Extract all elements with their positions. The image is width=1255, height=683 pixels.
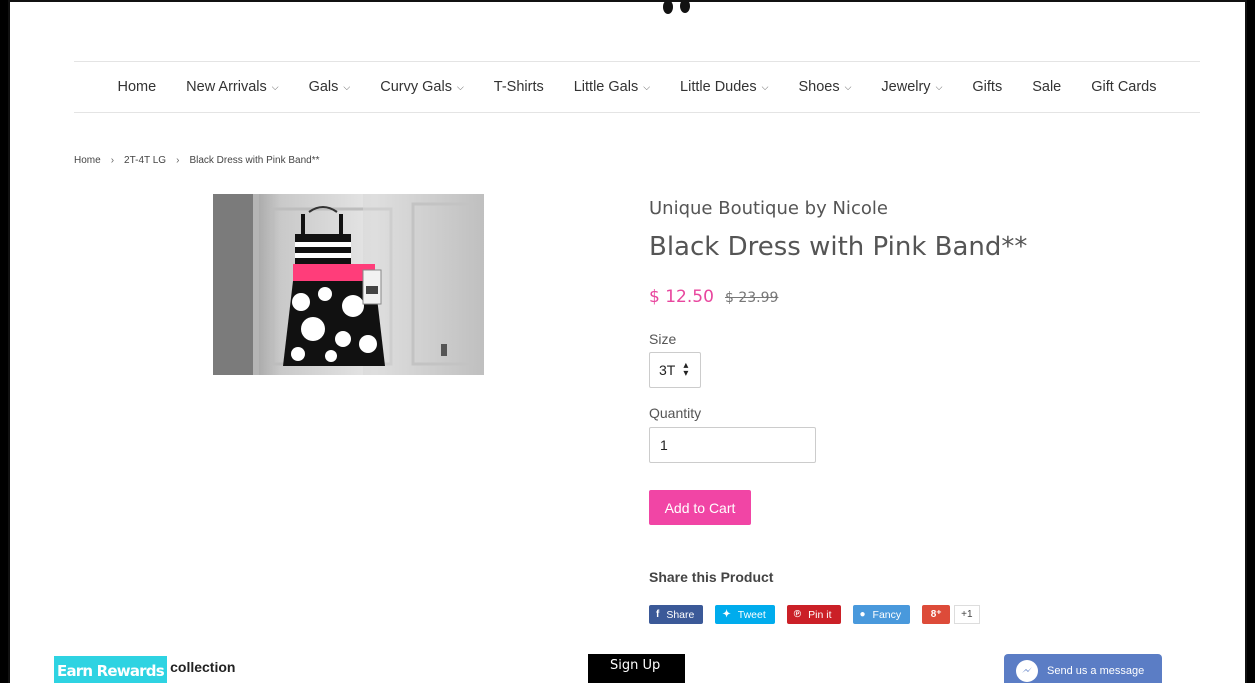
breadcrumb-home-link[interactable]: Home xyxy=(74,155,101,166)
share-button-label: Share xyxy=(666,608,695,621)
twitter-share-button[interactable]: ✦ Tweet xyxy=(715,605,775,624)
breadcrumb-collection-link[interactable]: 2T-4T LG xyxy=(124,155,166,166)
breadcrumb-separator: › xyxy=(176,155,180,166)
size-select[interactable]: 3T ▴ ▾ xyxy=(649,352,701,388)
pinterest-icon: ℗ xyxy=(793,609,802,620)
earn-rewards-button[interactable]: Earn Rewards xyxy=(54,656,167,683)
nav-item-home[interactable]: Home xyxy=(102,79,171,95)
fancy-icon: ● xyxy=(859,609,866,620)
nav-item-label: New Arrivals xyxy=(186,79,267,95)
nav-item-label: T-Shirts xyxy=(493,79,544,95)
add-to-cart-button[interactable]: Add to Cart xyxy=(649,490,751,525)
nav-item-sale[interactable]: Sale xyxy=(1017,79,1076,95)
quantity-input[interactable] xyxy=(649,427,816,463)
messenger-icon xyxy=(1016,660,1038,682)
quantity-label: Quantity xyxy=(649,405,702,421)
nav-item-new-arrivals[interactable]: New Arrivals ⌵ xyxy=(171,79,293,95)
product-title: Black Dress with Pink Band** xyxy=(649,232,1028,262)
share-button-label: Pin it xyxy=(808,608,832,621)
chevron-down-icon: ⌵ xyxy=(761,81,769,92)
nav-item-label: Gifts xyxy=(972,79,1003,95)
nav-item-shoes[interactable]: Shoes ⌵ xyxy=(783,79,866,95)
nav-item-jewelry[interactable]: Jewelry ⌵ xyxy=(866,79,957,95)
twitter-icon: ✦ xyxy=(722,609,731,620)
nav-item-gift-cards[interactable]: Gift Cards xyxy=(1076,79,1171,95)
nav-item-t-shirts[interactable]: T-Shirts xyxy=(479,79,559,95)
google-plus-share[interactable]: 8⁺ +1 xyxy=(922,605,980,624)
share-button-label: Fancy xyxy=(872,608,902,621)
chevron-down-icon: ⌵ xyxy=(643,81,651,92)
product-vendor: Unique Boutique by Nicole xyxy=(649,198,888,219)
nav-item-label: Home xyxy=(117,79,157,95)
messenger-label: Send us a message xyxy=(1047,665,1145,677)
nav-item-label: Shoes xyxy=(798,79,840,95)
nav-item-label: Gift Cards xyxy=(1091,79,1157,95)
google-plus-count: +1 xyxy=(954,605,980,624)
breadcrumb-current: Black Dress with Pink Band** xyxy=(189,155,320,166)
chevron-down-icon: ⌵ xyxy=(271,81,279,92)
product-price: $ 12.50 $ 23.99 xyxy=(649,287,778,307)
nav-item-gals[interactable]: Gals ⌵ xyxy=(294,79,366,95)
chevron-down-icon: ⌵ xyxy=(456,81,464,92)
size-label: Size xyxy=(649,331,677,347)
share-title: Share this Product xyxy=(649,569,774,585)
nav-item-label: Gals xyxy=(308,79,339,95)
share-button-label: Tweet xyxy=(737,608,766,621)
nav-item-label: Little Dudes xyxy=(680,79,757,95)
google-plus-icon[interactable]: 8⁺ xyxy=(922,605,951,624)
nav-item-gifts[interactable]: Gifts xyxy=(957,79,1017,95)
main-nav: Home New Arrivals ⌵ Gals ⌵ Curvy Gals ⌵ T-S… xyxy=(74,61,1200,113)
sign-up-button[interactable]: Sign Up xyxy=(588,654,685,683)
sale-price: $ 12.50 xyxy=(649,287,714,307)
dress-photo xyxy=(213,194,484,375)
nav-item-label: Sale xyxy=(1032,79,1062,95)
share-buttons: f Share ✦ Tweet ℗ Pin it ● Fancy 8⁺ +1 xyxy=(649,605,980,624)
size-selected-value: 3T xyxy=(659,362,676,378)
compare-at-price: $ 23.99 xyxy=(724,290,779,306)
chevron-down-icon: ⌵ xyxy=(844,81,852,92)
breadcrumb: Home › 2T-4T LG › Black Dress with Pink … xyxy=(74,155,320,166)
pinterest-share-button[interactable]: ℗ Pin it xyxy=(786,605,841,624)
page-frame: Home New Arrivals ⌵ Gals ⌵ Curvy Gals ⌵ T-S… xyxy=(8,0,1247,683)
nav-item-label: Jewelry xyxy=(881,79,931,95)
chevron-down-icon: ⌵ xyxy=(343,81,351,92)
facebook-share-button[interactable]: f Share xyxy=(649,605,704,624)
breadcrumb-separator: › xyxy=(110,155,115,166)
fancy-share-button[interactable]: ● Fancy xyxy=(852,605,911,624)
nav-item-little-gals[interactable]: Little Gals ⌵ xyxy=(559,79,665,95)
select-arrows-icon: ▴ ▾ xyxy=(683,360,689,379)
logo-fragment[interactable] xyxy=(660,2,700,16)
nav-item-label: Little Gals xyxy=(573,79,639,95)
product-image[interactable] xyxy=(213,194,484,375)
chevron-down-icon: ⌵ xyxy=(935,81,943,92)
nav-item-curvy-gals[interactable]: Curvy Gals ⌵ xyxy=(365,79,479,95)
nav-item-little-dudes[interactable]: Little Dudes ⌵ xyxy=(665,79,783,95)
messenger-chat-button[interactable]: Send us a message xyxy=(1004,654,1162,683)
nav-item-label: Curvy Gals xyxy=(380,79,452,95)
facebook-icon: f xyxy=(656,609,660,620)
